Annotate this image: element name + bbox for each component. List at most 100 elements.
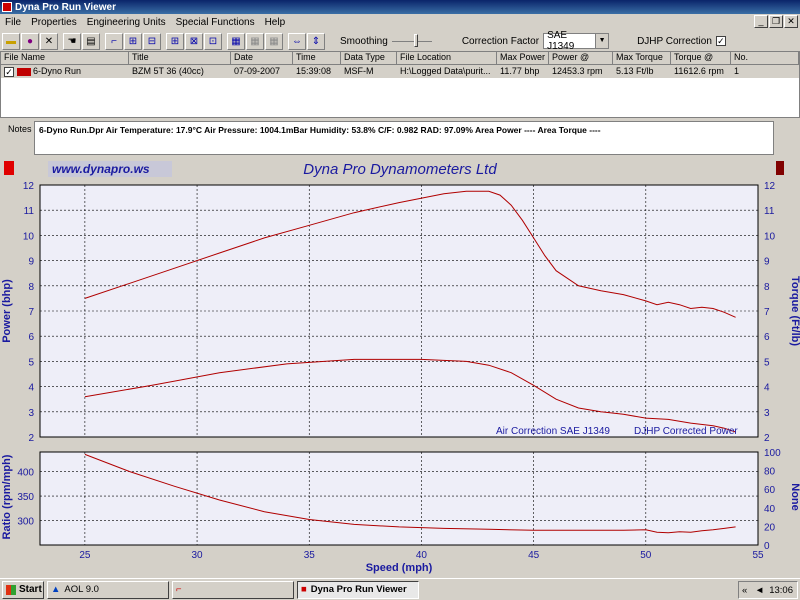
table-cell: 15:39:08 <box>296 66 332 76</box>
red-marker-right <box>776 161 784 175</box>
task-dyna-pro[interactable]: ■ Dyna Pro Run Viewer <box>297 580 419 599</box>
column-header[interactable]: Date <box>231 52 293 65</box>
y-axis-label-ratio: Ratio (rpm/mph) <box>1 454 13 539</box>
x-tick-label: 45 <box>528 550 540 561</box>
graph-view-1-button[interactable]: ⌐ <box>105 32 123 50</box>
printer-icon: ▤ <box>86 35 96 47</box>
y-tick-label: 350 <box>17 492 34 503</box>
menu-file[interactable]: File <box>0 17 26 28</box>
table-row[interactable]: ✓ 6-Dyno Run BZM 5T 36 (40cc) 07-09-2007 15:… <box>1 65 799 78</box>
x-tick-label: 30 <box>192 550 204 561</box>
column-header[interactable]: File Location <box>397 52 497 65</box>
save-button[interactable]: ● <box>21 32 39 50</box>
y2-axis-label: Torque (Ft/lb) <box>789 276 800 346</box>
y-tick-label: 5 <box>28 357 34 368</box>
folder-icon: ▬ <box>6 35 16 47</box>
app-icon <box>2 2 12 12</box>
correction-factor-select[interactable]: SAE J1349 ▼ <box>543 30 610 52</box>
graph-view-5-button[interactable]: ⊠ <box>185 32 203 50</box>
x-tick-label: 35 <box>304 550 316 561</box>
x-tick-label: 50 <box>640 550 652 561</box>
red-marker-left <box>4 161 14 175</box>
menu-special-functions[interactable]: Special Functions <box>171 17 260 28</box>
run-table: File Name Title Date Time Data Type File Loca… <box>0 51 800 118</box>
dyna-pro-icon: ■ <box>301 584 307 595</box>
column-header[interactable]: Max Power <box>497 52 549 65</box>
graph-view-4-button[interactable]: ⊞ <box>166 32 184 50</box>
speaker-icon[interactable]: ◄ <box>755 585 764 596</box>
table-icon: ▦ <box>250 35 260 47</box>
column-header[interactable]: Max Torque <box>613 52 671 65</box>
y2-tick-label: 5 <box>764 357 770 368</box>
taskbar: Start ▲ AOL 9.0 ⌐ ■ Dyna Pro Run Viewer « … <box>0 578 800 600</box>
graph-view-2-button[interactable]: ⊞ <box>124 32 142 50</box>
notes-box[interactable]: 6-Dyno Run.Dpr Air Temperature: 17.9°C A… <box>34 121 774 155</box>
delete-button[interactable]: ✕ <box>40 32 58 50</box>
zoom-icon: ⇕ <box>311 35 321 47</box>
minimize-button[interactable]: _ <box>754 15 768 28</box>
system-tray: « ◄ 13:06 <box>738 581 798 599</box>
y2-tick-label: 12 <box>764 181 776 192</box>
column-header[interactable]: Power @ <box>549 52 613 65</box>
y2-tick-label: 9 <box>764 257 770 268</box>
y-tick-label: 9 <box>28 257 34 268</box>
restore-button[interactable]: ❐ <box>769 15 783 28</box>
table-cell: ✓ 6-Dyno Run <box>4 66 82 77</box>
smoothing-slider-thumb[interactable] <box>413 34 418 47</box>
y2-tick-label: 80 <box>764 467 776 478</box>
zoom-icon: ⇔ <box>292 35 302 47</box>
print-button[interactable]: ▤ <box>82 32 100 50</box>
table-view-3-button[interactable]: ▦ <box>265 32 283 50</box>
graph-icon: ⌐ <box>111 35 117 47</box>
chevron-down-icon[interactable]: ▼ <box>595 34 609 48</box>
menu-properties[interactable]: Properties <box>26 17 82 28</box>
close-button[interactable]: ✕ <box>784 15 798 28</box>
open-folder-button[interactable]: ▬ <box>2 32 20 50</box>
column-header[interactable]: Data Type <box>341 52 397 65</box>
column-header[interactable]: Time <box>293 52 341 65</box>
properties-button[interactable]: ☚ <box>63 32 81 50</box>
title-bar: Dyna Pro Run Viewer <box>0 0 800 14</box>
y-axis-label: Power (bhp) <box>1 279 13 343</box>
task-aol[interactable]: ▲ AOL 9.0 <box>47 580 169 599</box>
column-header[interactable]: Torque @ <box>671 52 731 65</box>
table-icon: ▦ <box>231 35 241 47</box>
y-tick-label: 3 <box>28 408 34 419</box>
graph-view-3-button[interactable]: ⊟ <box>143 32 161 50</box>
djhp-correction-label: DJHP Correction <box>637 35 712 47</box>
menu-engineering-units[interactable]: Engineering Units <box>82 17 171 28</box>
y-tick-label: 12 <box>23 181 35 192</box>
window-controls: _ ❐ ✕ <box>754 15 798 28</box>
zoom-x-button[interactable]: ⇔ <box>288 32 306 50</box>
table-cell: H:\Logged Data\purit... <box>400 66 491 76</box>
expand-tray-icon[interactable]: « <box>742 585 747 596</box>
run-table-header: File Name Title Date Time Data Type File Loca… <box>1 52 799 65</box>
table-view-2-button[interactable]: ▦ <box>246 32 264 50</box>
hand-icon: ☚ <box>67 35 77 47</box>
table-icon: ▦ <box>269 35 279 47</box>
y2-tick-label: 4 <box>764 383 770 394</box>
run-visible-checkbox[interactable]: ✓ <box>4 66 14 77</box>
djhp-correction-checkbox[interactable]: ✓ <box>715 36 726 46</box>
start-button[interactable]: Start <box>2 580 44 599</box>
smoothing-label: Smoothing <box>340 35 388 47</box>
task-aol-label: AOL 9.0 <box>64 584 99 595</box>
column-header[interactable]: No. <box>731 52 799 65</box>
zoom-y-button[interactable]: ⇕ <box>307 32 325 50</box>
table-view-1-button[interactable]: ▦ <box>227 32 245 50</box>
column-header[interactable]: Title <box>129 52 231 65</box>
menu-help[interactable]: Help <box>260 17 291 28</box>
table-cell: MSF-M <box>344 66 374 76</box>
correction-factor-value: SAE J1349 <box>547 30 575 52</box>
y2-tick-label: 0 <box>764 541 770 552</box>
y2-tick-label: 20 <box>764 522 776 533</box>
smoothing-slider[interactable] <box>391 34 432 47</box>
task-graph[interactable]: ⌐ <box>172 580 294 599</box>
x-axis-label: Speed (mph) <box>366 562 433 574</box>
chart-area: www.dynapro.ws Dyna Pro Dynamometers Ltd 2… <box>0 157 800 575</box>
graph-icon: ⊡ <box>208 35 218 47</box>
start-label: Start <box>19 584 42 595</box>
graph-view-6-button[interactable]: ⊡ <box>204 32 222 50</box>
dyno-chart: www.dynapro.ws Dyna Pro Dynamometers Ltd 2… <box>1 161 800 574</box>
column-header[interactable]: File Name <box>1 52 129 65</box>
